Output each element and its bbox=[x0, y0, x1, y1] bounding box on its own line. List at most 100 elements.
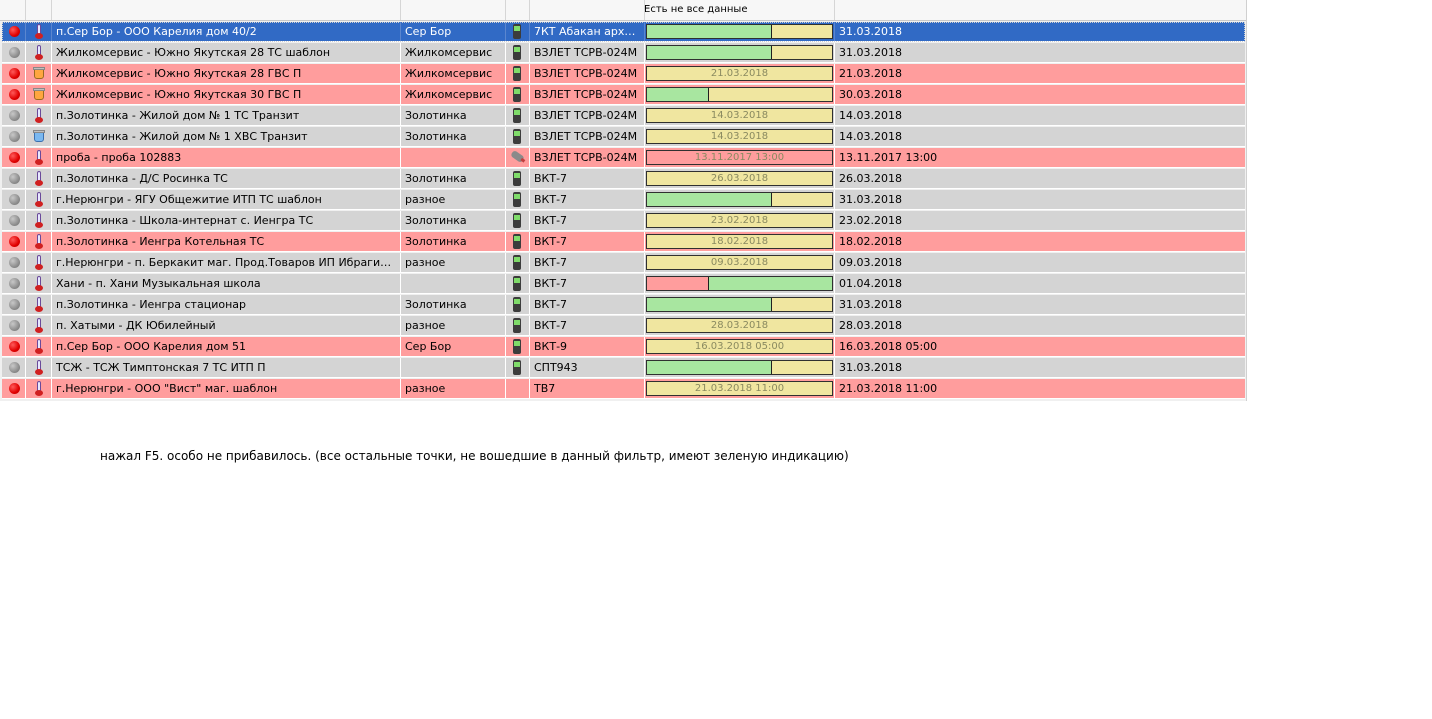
object-name: п.Золотинка - Иенгра стационар bbox=[56, 298, 246, 311]
connection-cell bbox=[506, 190, 530, 209]
device-type: ТВ7 bbox=[534, 382, 556, 395]
gsm-modem-icon bbox=[513, 129, 521, 144]
alarm-gray-icon bbox=[9, 257, 20, 268]
name-cell: п.Золотинка - Жилой дом № 1 ХВС Транзит bbox=[52, 127, 401, 146]
alarm-red-icon bbox=[9, 68, 20, 79]
object-group: Золотинка bbox=[405, 235, 467, 248]
type-cell bbox=[26, 190, 52, 209]
thermometer-icon bbox=[35, 276, 43, 291]
device-cell: ВКТ-7 bbox=[530, 295, 645, 314]
table-row[interactable]: проба - проба 102883 ВЗЛЕТ ТСРВ-024М 13.11… bbox=[2, 148, 1245, 168]
status-cell: 14.03.2018 bbox=[645, 106, 835, 125]
gsm-modem-icon bbox=[513, 45, 521, 60]
table-row[interactable]: п. Хатыми - ДК Юбилейный разное ВКТ-7 28.03… bbox=[2, 316, 1245, 336]
table-row[interactable]: г.Нерюнгри - п. Беркакит маг. Прод.Товар… bbox=[2, 253, 1245, 273]
group-cell: Сер Бор bbox=[401, 22, 506, 41]
status-cell: 28.03.2018 bbox=[645, 316, 835, 335]
alarm-cell bbox=[2, 148, 26, 167]
table-row[interactable]: г.Нерюнгри - ЯГУ Общежитие ИТП ТС шаблон… bbox=[2, 190, 1245, 210]
connection-cell bbox=[506, 169, 530, 188]
table-row[interactable]: Хани - п. Хани Музыкальная школа ВКТ-7 01.… bbox=[2, 274, 1245, 294]
device-type: ВЗЛЕТ ТСРВ-024М bbox=[534, 67, 638, 80]
comment-text: нажал F5. особо не прибавилось. (все ост… bbox=[100, 449, 849, 463]
connection-cell bbox=[506, 358, 530, 377]
thermometer-icon bbox=[35, 213, 43, 228]
data-completeness-bar: 16.03.2018 05:00 bbox=[646, 339, 833, 354]
device-cell: 7КТ Абакан архив-2 bbox=[530, 22, 645, 41]
header-col-type[interactable] bbox=[26, 0, 52, 20]
table-row[interactable]: п.Золотинка - Д/С Росинка ТС Золотинка ВКТ… bbox=[2, 169, 1245, 189]
alarm-cell bbox=[2, 169, 26, 188]
data-completeness-bar bbox=[646, 276, 833, 291]
header-col-alarm[interactable] bbox=[0, 0, 26, 20]
data-completeness-bar: 21.03.2018 11:00 bbox=[646, 381, 833, 396]
data-completeness-bar bbox=[646, 297, 833, 312]
last-data-date: 31.03.2018 bbox=[839, 298, 902, 311]
connection-cell bbox=[506, 295, 530, 314]
connection-cell bbox=[506, 316, 530, 335]
table-row[interactable]: ТСЖ - ТСЖ Тимптонская 7 ТС ИТП П СПТ943 31… bbox=[2, 358, 1245, 378]
header-col-date[interactable] bbox=[835, 0, 1246, 20]
alarm-gray-icon bbox=[9, 278, 20, 289]
table-row[interactable]: п.Золотинка - Жилой дом № 1 ТС Транзит Зо… bbox=[2, 106, 1245, 126]
device-type: СПТ943 bbox=[534, 361, 578, 374]
device-type: ВКТ-7 bbox=[534, 319, 568, 332]
group-cell: Золотинка bbox=[401, 127, 506, 146]
table-row[interactable]: п.Золотинка - Иенгра стационар Золотинка В… bbox=[2, 295, 1245, 315]
device-cell: ВЗЛЕТ ТСРВ-024М bbox=[530, 106, 645, 125]
status-cell bbox=[645, 358, 835, 377]
thermometer-icon bbox=[35, 381, 43, 396]
table-row[interactable]: п.Сер Бор - ООО Карелия дом 51 Сер Бор ВКТ… bbox=[2, 337, 1245, 357]
last-data-date: 16.03.2018 05:00 bbox=[839, 340, 938, 353]
group-cell bbox=[401, 358, 506, 377]
table-row[interactable]: Жилкомсервис - Южно Якутская 28 ТС шабло… bbox=[2, 43, 1245, 63]
bar-date-label: 09.03.2018 bbox=[710, 257, 769, 268]
name-cell: проба - проба 102883 bbox=[52, 148, 401, 167]
device-cell: СПТ943 bbox=[530, 358, 645, 377]
object-group: Золотинка bbox=[405, 109, 467, 122]
alarm-gray-icon bbox=[9, 194, 20, 205]
connection-cell bbox=[506, 232, 530, 251]
header-col-connection[interactable] bbox=[506, 0, 530, 20]
connection-cell bbox=[506, 22, 530, 41]
group-cell: Золотинка bbox=[401, 232, 506, 251]
thermometer-icon bbox=[35, 318, 43, 333]
device-type: ВКТ-9 bbox=[534, 340, 568, 353]
bar-fill bbox=[647, 193, 772, 206]
header-col-name[interactable] bbox=[52, 0, 401, 20]
status-cell: 18.02.2018 bbox=[645, 232, 835, 251]
object-name: ТСЖ - ТСЖ Тимптонская 7 ТС ИТП П bbox=[56, 361, 266, 374]
device-cell: ВКТ-7 bbox=[530, 232, 645, 251]
alarm-cell bbox=[2, 358, 26, 377]
alarm-gray-icon bbox=[9, 362, 20, 373]
header-col-group[interactable] bbox=[401, 0, 506, 20]
alarm-cell bbox=[2, 379, 26, 398]
header-col-device[interactable] bbox=[530, 0, 645, 20]
type-cell bbox=[26, 64, 52, 83]
group-cell: разное bbox=[401, 316, 506, 335]
table-row[interactable]: п.Сер Бор - ООО Карелия дом 40/2 Сер Бор 7… bbox=[2, 22, 1245, 42]
alarm-cell bbox=[2, 316, 26, 335]
hot-water-icon bbox=[33, 88, 45, 100]
bar-date-label: 14.03.2018 bbox=[710, 131, 769, 142]
cable-plug-icon bbox=[510, 149, 525, 164]
date-cell: 26.03.2018 bbox=[835, 169, 1245, 188]
alarm-cell bbox=[2, 64, 26, 83]
name-cell: г.Нерюнгри - п. Беркакит маг. Прод.Товар… bbox=[52, 253, 401, 272]
table-row[interactable]: Жилкомсервис - Южно Якутская 30 ГВС П Жил… bbox=[2, 85, 1245, 105]
object-name: Жилкомсервис - Южно Якутская 28 ТС шабло… bbox=[56, 46, 331, 59]
group-cell: Золотинка bbox=[401, 106, 506, 125]
object-name: Жилкомсервис - Южно Якутская 30 ГВС П bbox=[56, 88, 302, 101]
status-cell: 23.02.2018 bbox=[645, 211, 835, 230]
table-row[interactable]: г.Нерюнгри - ООО "Вист" маг. шаблон разно… bbox=[2, 379, 1245, 399]
type-cell bbox=[26, 274, 52, 293]
bar-fill bbox=[647, 361, 772, 374]
group-cell: Жилкомсервис bbox=[401, 64, 506, 83]
table-row[interactable]: п.Золотинка - Жилой дом № 1 ХВС Транзит З… bbox=[2, 127, 1245, 147]
gsm-modem-icon bbox=[513, 276, 521, 291]
type-cell bbox=[26, 43, 52, 62]
table-row[interactable]: Жилкомсервис - Южно Якутская 28 ГВС П Жил… bbox=[2, 64, 1245, 84]
table-row[interactable]: п.Золотинка - Школа-интернат с. Иенгра Т… bbox=[2, 211, 1245, 231]
table-row[interactable]: п.Золотинка - Иенгра Котельная ТС Золотин… bbox=[2, 232, 1245, 252]
alarm-cell bbox=[2, 274, 26, 293]
